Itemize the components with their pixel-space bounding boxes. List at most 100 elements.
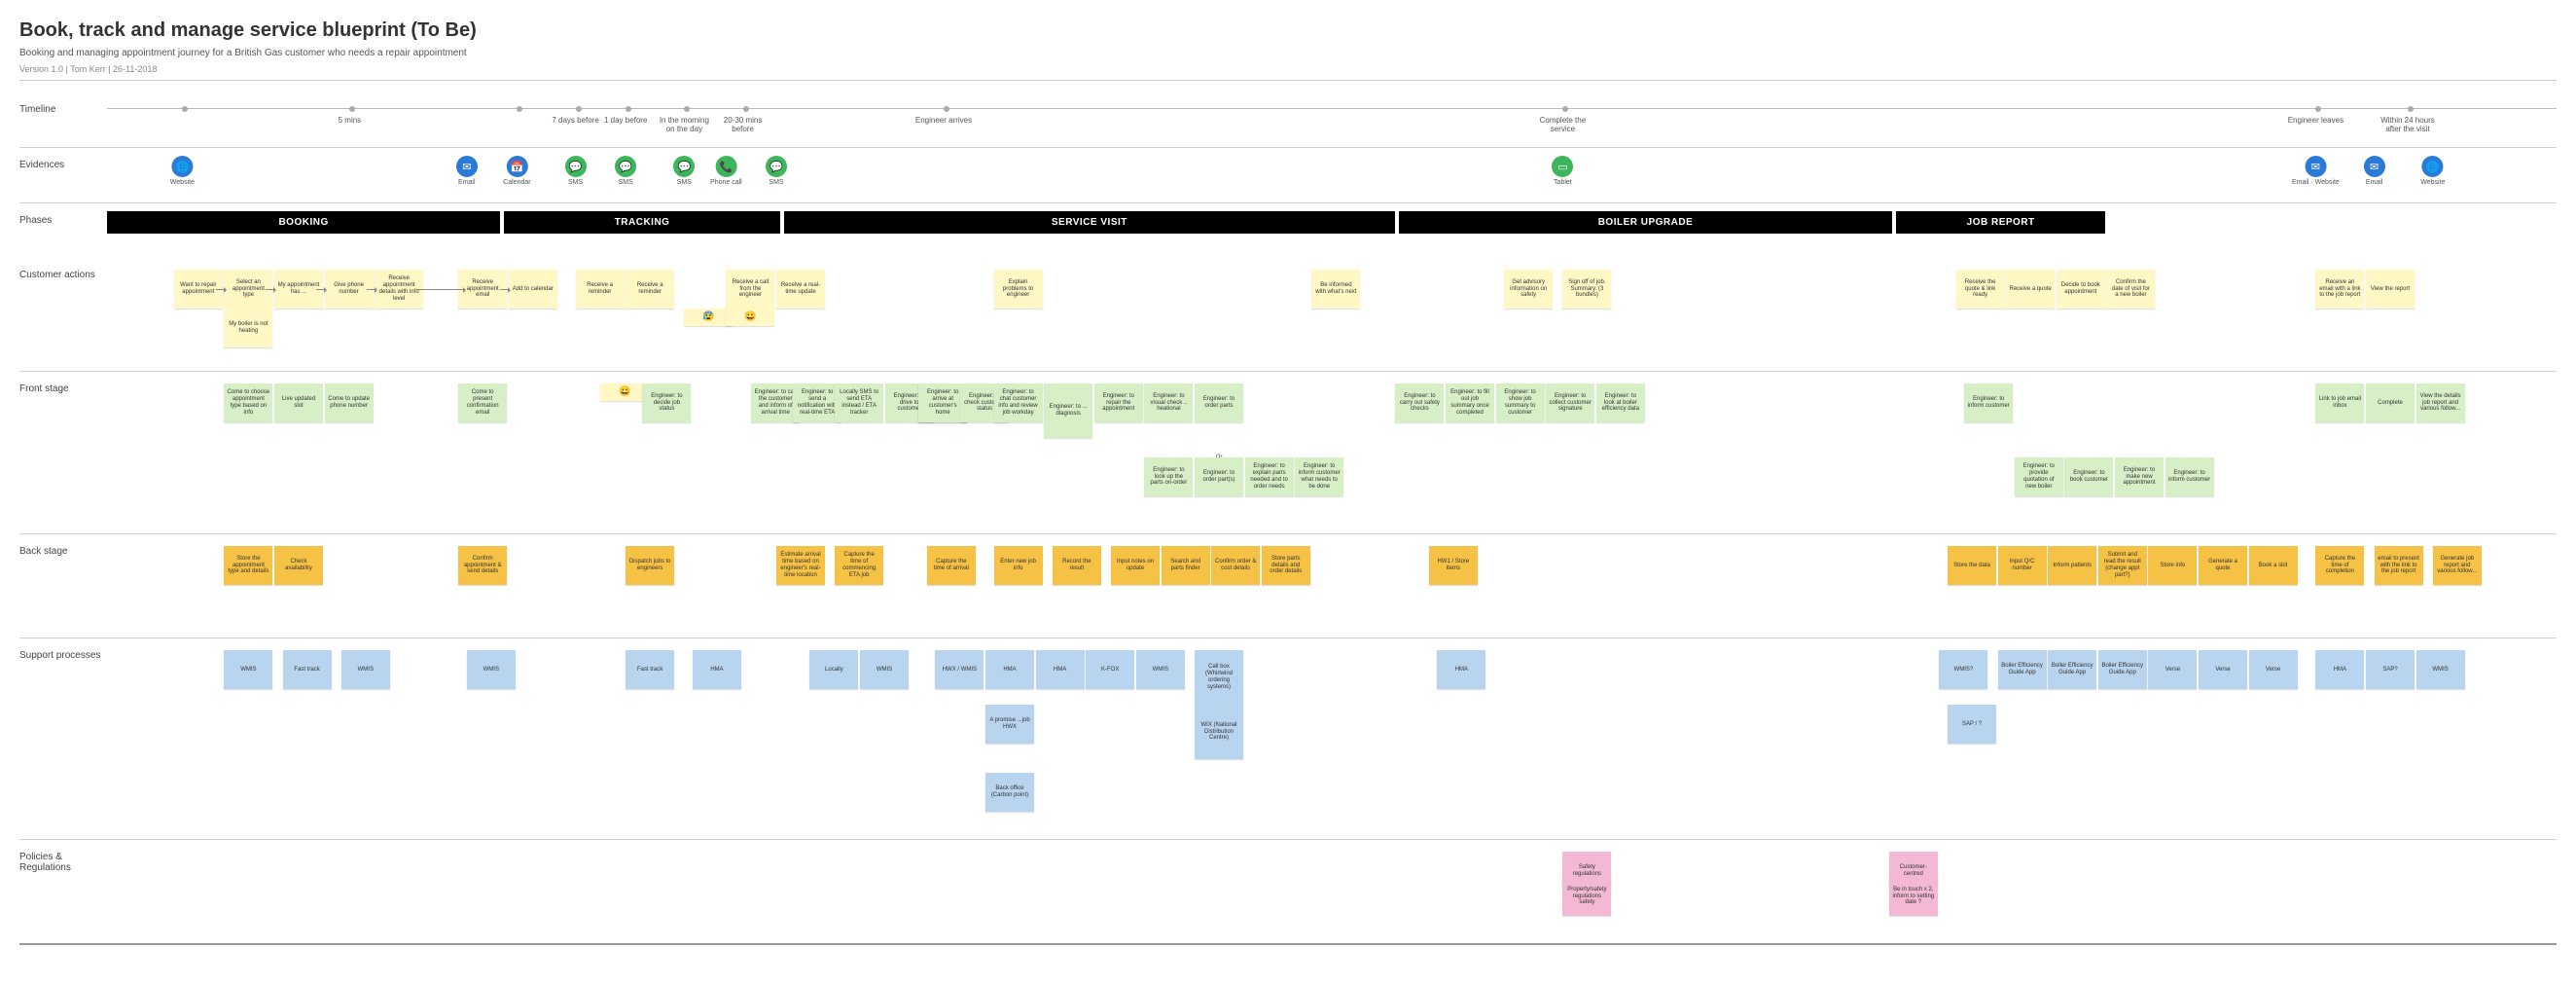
timeline-label: Engineer arrives: [914, 116, 973, 125]
note: Be informed with what's next: [1311, 270, 1360, 309]
arrow: [316, 289, 326, 290]
note: Verse: [2199, 650, 2247, 689]
note: Record the result: [1053, 546, 1101, 585]
note: Search and parts finder: [1162, 546, 1210, 585]
customer-track: Want to repair appointmentSelect an appo…: [107, 266, 2557, 363]
note: Engineer: to collect customer signature: [1546, 383, 1594, 422]
note: Boiler Efficiency Guide App: [2048, 650, 2096, 689]
evidence-icon: 🌐: [171, 156, 193, 177]
note: Explain problems to engineer: [994, 270, 1043, 309]
evidence-sms: 💬SMS: [565, 156, 587, 186]
note: Store the appointment type and details: [224, 546, 272, 585]
note: Engineer: to order parts: [1195, 383, 1243, 422]
note: Receive a real-time update: [776, 270, 825, 309]
back-track: Store the appointment type and detailsCh…: [107, 542, 2557, 610]
evidence-label: Tablet: [1552, 179, 1573, 186]
evidence-email-website: ✉Email · Website: [2292, 156, 2340, 186]
page-subtitle: Booking and managing appointment journey…: [19, 48, 2557, 58]
note: Receive a call from the engineer: [726, 270, 774, 309]
arrow: [266, 289, 275, 290]
phase-tracking: TRACKING: [504, 211, 780, 234]
note: A promise ...job HWX: [985, 705, 1034, 744]
front-track: Come to choose appointment type based on…: [107, 380, 2557, 526]
note: Generate job report and various follow..…: [2433, 546, 2482, 585]
note: email to present with the link to the jo…: [2375, 546, 2423, 585]
note: Boiler Efficiency Guide App: [1998, 650, 2047, 689]
evidence-track: 🌐Website✉Email📅Calendar💬SMS💬SMS💬SMS📞Phon…: [107, 156, 2557, 195]
page-title: Book, track and manage service blueprint…: [19, 19, 2557, 42]
evidence-label: Calendar: [503, 179, 530, 186]
note: Sign off of job. Summary. (3 bundles): [1562, 270, 1611, 309]
note: 😀: [726, 309, 774, 326]
note: Submit and read the result (change appt …: [2098, 546, 2147, 585]
note: Property/safety regulations safety: [1562, 877, 1611, 916]
note: Verse: [2148, 650, 2197, 689]
timeline-dot: [517, 106, 522, 112]
arrow: [216, 289, 226, 290]
row-label-customer: Customer actions: [19, 266, 107, 280]
note: HMA: [693, 650, 741, 689]
evidence-calendar: 📅 Calendar: [503, 156, 530, 186]
note: WMIS?: [1939, 650, 1987, 689]
phase-bar: BOOKINGTRACKINGSERVICE VISITBOILER UPGRA…: [107, 211, 2557, 234]
evidence-label: Email · Website: [2292, 179, 2340, 186]
arrow: [500, 289, 510, 290]
note: Store the data: [1948, 546, 1996, 585]
timeline-dot: [2315, 106, 2321, 112]
arrow: [416, 289, 465, 290]
note: Engineer: to explain parts needed and to…: [1245, 457, 1294, 496]
timeline-dot: [944, 106, 949, 112]
timeline-dot: [684, 106, 690, 112]
note: Be in touch x 2, inform to setting date …: [1889, 877, 1938, 916]
evidence-email: ✉Email: [456, 156, 478, 186]
note: Call box (Whirlwind ordering systems): [1195, 650, 1243, 705]
note: Engineer: to look at boiler efficiency d…: [1596, 383, 1645, 422]
note: Confirm appointment & send details: [458, 546, 507, 585]
evidence-icon: 💬: [615, 156, 636, 177]
phase-boiler-upgrade: BOILER UPGRADE: [1399, 211, 1892, 234]
policy-track: Safety regulationsProperty/safety regula…: [107, 848, 2557, 926]
note: Inform patients: [2048, 546, 2096, 585]
evidence-sms: 💬SMS: [766, 156, 787, 186]
note: Engineer: to fill out job summary once c…: [1446, 383, 1494, 422]
row-label-support: Support processes: [19, 646, 107, 661]
note: Come to choose appointment type based on…: [224, 383, 272, 422]
evidence-icon: 📅: [506, 156, 527, 177]
row-label-front: Front stage: [19, 380, 107, 394]
timeline-dot: [182, 106, 188, 112]
note: Confirm the date of visit for a new boil…: [2106, 270, 2155, 309]
note: Estimate arrival time based on engineer'…: [776, 546, 825, 585]
evidence-label: SMS: [766, 179, 787, 186]
note: K-FOX: [1086, 650, 1134, 689]
note: Locally SMS to send ETA instead / ETA tr…: [835, 383, 883, 422]
row-label-policies: Policies & Regulations: [19, 848, 107, 873]
timeline-label: 5 mins: [339, 116, 362, 125]
evidence-phone-call: 📞Phone call: [710, 156, 742, 186]
arrow: [367, 289, 376, 290]
note: Come to present confirmation email: [458, 383, 507, 422]
note: Store parts details and order details: [1262, 546, 1310, 585]
note: WIX (National Distribution Centre): [1195, 705, 1243, 759]
note: Input notes on update: [1111, 546, 1160, 585]
note: Engineer: to inform customer what needs …: [1295, 457, 1343, 496]
note: Engineer: to inform customer: [2165, 457, 2214, 496]
evidence-sms: 💬SMS: [615, 156, 636, 186]
note: Store info: [2148, 546, 2197, 585]
timeline-dot: [743, 106, 749, 112]
note: Engineer: to book customer: [2064, 457, 2113, 496]
evidence-icon: 🌐: [2422, 156, 2444, 177]
support-track: WMISFast trackWMISWMISFast trackHMALocal…: [107, 646, 2557, 831]
note: Engineer: to decide job status: [642, 383, 691, 422]
evidence-tablet: ▭Tablet: [1552, 156, 1573, 186]
note: Confirm order & cost details: [1211, 546, 1260, 585]
note: Engineer: to show job summary to custome…: [1496, 383, 1545, 422]
evidence-icon: 💬: [565, 156, 587, 177]
note: Receive a reminder: [576, 270, 625, 309]
note: Engineer: to ... diagnosis: [1044, 383, 1092, 438]
note: WMIS: [467, 650, 516, 689]
note: Engineer: to carry out safety checks: [1395, 383, 1444, 422]
note: Capture the time of commencing ETA job: [835, 546, 883, 585]
note: Capture the time of arrival: [927, 546, 976, 585]
evidence-icon: ✉: [456, 156, 478, 177]
note: Engineer: to repair the appointment: [1094, 383, 1143, 422]
